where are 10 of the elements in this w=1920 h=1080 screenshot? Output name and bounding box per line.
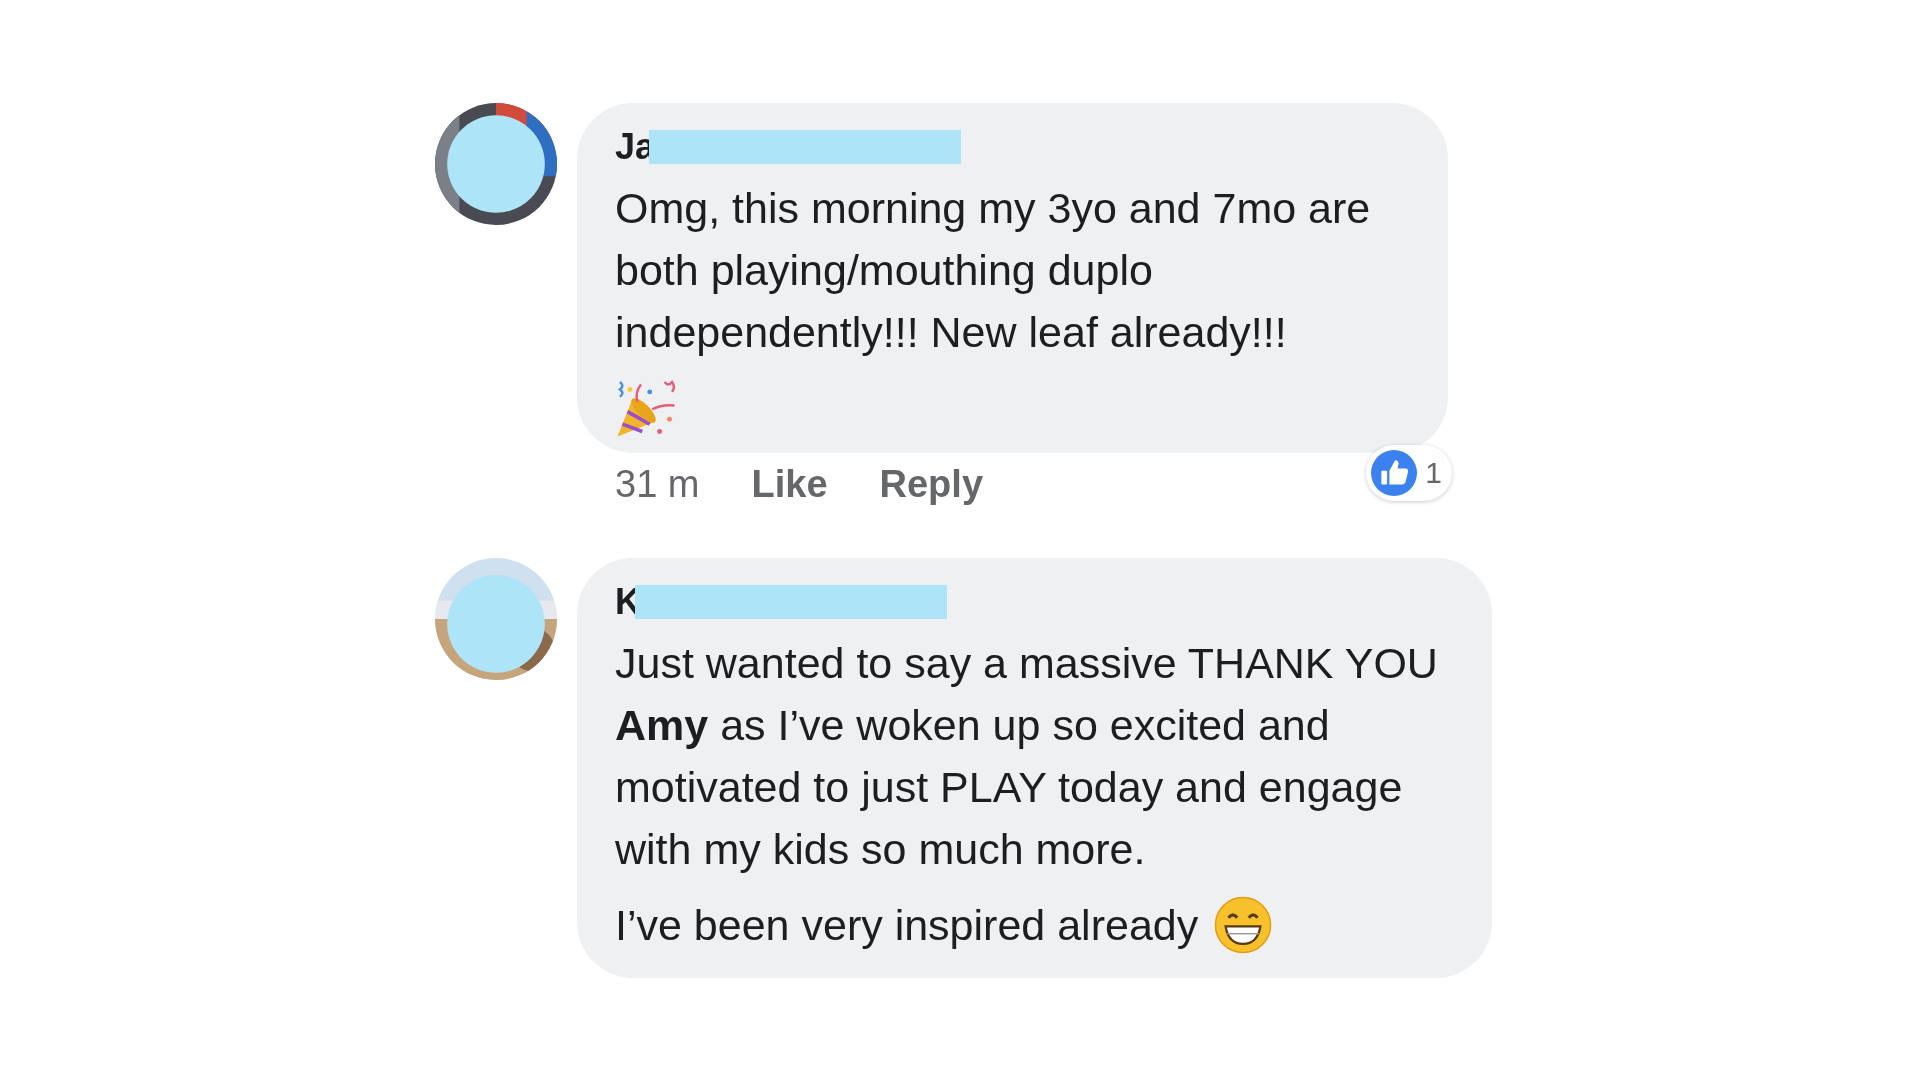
reaction-badge[interactable]: 1 <box>1366 445 1452 501</box>
comment-text: Omg, this morning my 3yo and 7mo are both playing/mouthing duplo independently!!! New leaf already!!! <box>615 183 1372 358</box>
comment-text: Just wanted to say a massive THANK YOU Amy as I’ve woken up so excited and motivated to just PLAY today and engage with my kids so much more. <box>615 638 1439 875</box>
comment-text: I’ve been very inspired already <box>615 900 1199 951</box>
comment-action-link[interactable]: Reply <box>879 463 983 506</box>
comment-time: 31 m <box>615 463 700 506</box>
reaction-count: 1 <box>1425 456 1442 490</box>
thumbs-up-icon <box>1371 450 1418 496</box>
comment-action-link[interactable]: Like <box>751 463 828 506</box>
grinning-face-icon <box>1214 896 1273 954</box>
